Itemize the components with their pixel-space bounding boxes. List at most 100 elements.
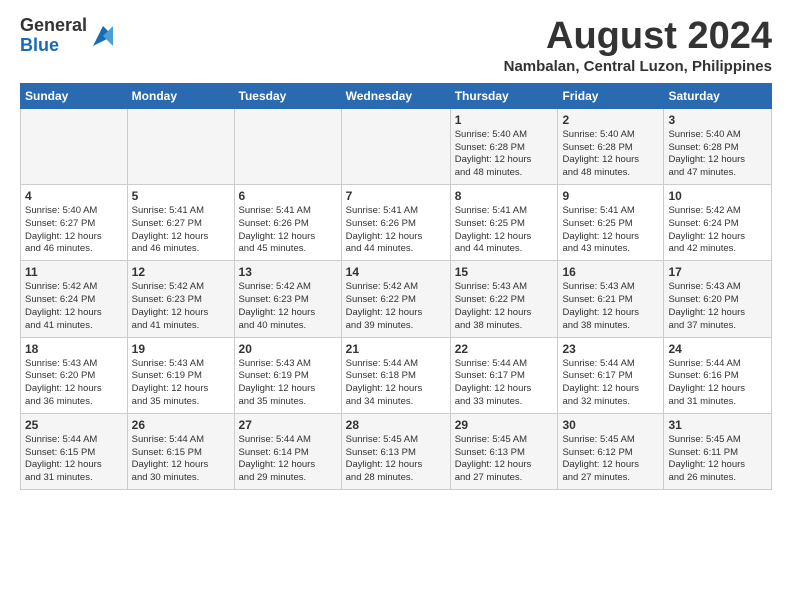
calendar-cell: [341, 108, 450, 184]
day-info: Sunrise: 5:44 AM Sunset: 6:17 PM Dayligh…: [562, 358, 659, 409]
day-number: 30: [562, 418, 659, 432]
col-header-wednesday: Wednesday: [341, 83, 450, 108]
calendar-cell: 31 Sunrise: 5:45 AM Sunset: 6:11 PM Dayli…: [664, 413, 772, 489]
day-number: 19: [132, 342, 230, 356]
day-info: Sunrise: 5:44 AM Sunset: 6:18 PM Dayligh…: [346, 358, 446, 409]
calendar-cell: 9 Sunrise: 5:41 AM Sunset: 6:25 PM Daylig…: [558, 185, 664, 261]
calendar-cell: 23 Sunrise: 5:44 AM Sunset: 6:17 PM Dayli…: [558, 337, 664, 413]
day-number: 6: [239, 189, 337, 203]
calendar-cell: 12 Sunrise: 5:42 AM Sunset: 6:23 PM Dayli…: [127, 261, 234, 337]
day-info: Sunrise: 5:41 AM Sunset: 6:27 PM Dayligh…: [132, 205, 230, 256]
calendar-cell: 22Sunrise: 5:44 AM Sunset: 6:17 PM Dayli…: [450, 337, 558, 413]
calendar-cell: [127, 108, 234, 184]
day-info: Sunrise: 5:40 AM Sunset: 6:28 PM Dayligh…: [668, 129, 767, 180]
week-row-3: 11 Sunrise: 5:42 AM Sunset: 6:24 PM Dayli…: [21, 261, 772, 337]
col-header-saturday: Saturday: [664, 83, 772, 108]
day-number: 29: [455, 418, 554, 432]
day-info: Sunrise: 5:43 AM Sunset: 6:21 PM Dayligh…: [562, 281, 659, 332]
day-info: Sunrise: 5:42 AM Sunset: 6:23 PM Dayligh…: [132, 281, 230, 332]
day-number: 23: [562, 342, 659, 356]
calendar-cell: 4 Sunrise: 5:40 AM Sunset: 6:27 PM Daylig…: [21, 185, 128, 261]
day-info: Sunrise: 5:45 AM Sunset: 6:11 PM Dayligh…: [668, 434, 767, 485]
day-info: Sunrise: 5:43 AM Sunset: 6:22 PM Dayligh…: [455, 281, 554, 332]
day-number: 21: [346, 342, 446, 356]
day-info: Sunrise: 5:41 AM Sunset: 6:25 PM Dayligh…: [455, 205, 554, 256]
calendar-cell: 21 Sunrise: 5:44 AM Sunset: 6:18 PM Dayli…: [341, 337, 450, 413]
day-info: Sunrise: 5:45 AM Sunset: 6:13 PM Dayligh…: [346, 434, 446, 485]
calendar-cell: 25Sunrise: 5:44 AM Sunset: 6:15 PM Dayli…: [21, 413, 128, 489]
week-row-5: 25Sunrise: 5:44 AM Sunset: 6:15 PM Dayli…: [21, 413, 772, 489]
calendar-cell: 11 Sunrise: 5:42 AM Sunset: 6:24 PM Dayli…: [21, 261, 128, 337]
calendar-cell: 27 Sunrise: 5:44 AM Sunset: 6:14 PM Dayli…: [234, 413, 341, 489]
calendar-cell: 15Sunrise: 5:43 AM Sunset: 6:22 PM Dayli…: [450, 261, 558, 337]
day-number: 18: [25, 342, 123, 356]
calendar-cell: 13Sunrise: 5:42 AM Sunset: 6:23 PM Dayli…: [234, 261, 341, 337]
day-info: Sunrise: 5:42 AM Sunset: 6:24 PM Dayligh…: [25, 281, 123, 332]
day-number: 9: [562, 189, 659, 203]
day-info: Sunrise: 5:44 AM Sunset: 6:15 PM Dayligh…: [132, 434, 230, 485]
day-number: 2: [562, 113, 659, 127]
logo-general-text: General: [20, 15, 87, 35]
day-info: Sunrise: 5:45 AM Sunset: 6:13 PM Dayligh…: [455, 434, 554, 485]
day-number: 27: [239, 418, 337, 432]
day-number: 7: [346, 189, 446, 203]
day-number: 10: [668, 189, 767, 203]
calendar-cell: 8 Sunrise: 5:41 AM Sunset: 6:25 PM Daylig…: [450, 185, 558, 261]
col-header-thursday: Thursday: [450, 83, 558, 108]
day-number: 5: [132, 189, 230, 203]
day-info: Sunrise: 5:43 AM Sunset: 6:20 PM Dayligh…: [25, 358, 123, 409]
col-header-tuesday: Tuesday: [234, 83, 341, 108]
day-info: Sunrise: 5:41 AM Sunset: 6:25 PM Dayligh…: [562, 205, 659, 256]
week-row-4: 18 Sunrise: 5:43 AM Sunset: 6:20 PM Dayli…: [21, 337, 772, 413]
day-number: 11: [25, 265, 123, 279]
day-info: Sunrise: 5:41 AM Sunset: 6:26 PM Dayligh…: [346, 205, 446, 256]
day-info: Sunrise: 5:45 AM Sunset: 6:12 PM Dayligh…: [562, 434, 659, 485]
day-number: 14: [346, 265, 446, 279]
day-number: 1: [455, 113, 554, 127]
day-info: Sunrise: 5:42 AM Sunset: 6:24 PM Dayligh…: [668, 205, 767, 256]
calendar-table: SundayMondayTuesdayWednesdayThursdayFrid…: [20, 83, 772, 490]
day-info: Sunrise: 5:40 AM Sunset: 6:27 PM Dayligh…: [25, 205, 123, 256]
day-info: Sunrise: 5:44 AM Sunset: 6:16 PM Dayligh…: [668, 358, 767, 409]
day-info: Sunrise: 5:40 AM Sunset: 6:28 PM Dayligh…: [562, 129, 659, 180]
day-info: Sunrise: 5:43 AM Sunset: 6:19 PM Dayligh…: [132, 358, 230, 409]
week-row-1: 1 Sunrise: 5:40 AM Sunset: 6:28 PM Daylig…: [21, 108, 772, 184]
calendar-cell: [21, 108, 128, 184]
day-number: 20: [239, 342, 337, 356]
day-info: Sunrise: 5:44 AM Sunset: 6:14 PM Dayligh…: [239, 434, 337, 485]
calendar-cell: 1Sunrise: 5:40 AM Sunset: 6:28 PM Daylig…: [450, 108, 558, 184]
day-number: 12: [132, 265, 230, 279]
calendar-cell: 5 Sunrise: 5:41 AM Sunset: 6:27 PM Daylig…: [127, 185, 234, 261]
day-info: Sunrise: 5:42 AM Sunset: 6:23 PM Dayligh…: [239, 281, 337, 332]
day-info: Sunrise: 5:41 AM Sunset: 6:26 PM Dayligh…: [239, 205, 337, 256]
month-title: August 2024: [504, 16, 772, 58]
day-number: 8: [455, 189, 554, 203]
day-info: Sunrise: 5:44 AM Sunset: 6:17 PM Dayligh…: [455, 358, 554, 409]
calendar-cell: 2 Sunrise: 5:40 AM Sunset: 6:28 PM Daylig…: [558, 108, 664, 184]
calendar-cell: 30 Sunrise: 5:45 AM Sunset: 6:12 PM Dayli…: [558, 413, 664, 489]
day-number: 24: [668, 342, 767, 356]
calendar-cell: 17Sunrise: 5:43 AM Sunset: 6:20 PM Dayli…: [664, 261, 772, 337]
day-number: 4: [25, 189, 123, 203]
day-info: Sunrise: 5:43 AM Sunset: 6:19 PM Dayligh…: [239, 358, 337, 409]
calendar-cell: 26Sunrise: 5:44 AM Sunset: 6:15 PM Dayli…: [127, 413, 234, 489]
day-info: Sunrise: 5:44 AM Sunset: 6:15 PM Dayligh…: [25, 434, 123, 485]
calendar-cell: 14Sunrise: 5:42 AM Sunset: 6:22 PM Dayli…: [341, 261, 450, 337]
location: Nambalan, Central Luzon, Philippines: [504, 58, 772, 75]
day-info: Sunrise: 5:43 AM Sunset: 6:20 PM Dayligh…: [668, 281, 767, 332]
logo-icon: [89, 22, 117, 50]
logo-blue-text: Blue: [20, 35, 59, 55]
calendar-cell: 28 Sunrise: 5:45 AM Sunset: 6:13 PM Dayli…: [341, 413, 450, 489]
calendar-cell: 24 Sunrise: 5:44 AM Sunset: 6:16 PM Dayli…: [664, 337, 772, 413]
header-row: SundayMondayTuesdayWednesdayThursdayFrid…: [21, 83, 772, 108]
calendar-cell: 29 Sunrise: 5:45 AM Sunset: 6:13 PM Dayli…: [450, 413, 558, 489]
logo: General Blue: [20, 16, 117, 56]
calendar-cell: 3Sunrise: 5:40 AM Sunset: 6:28 PM Daylig…: [664, 108, 772, 184]
title-section: August 2024 Nambalan, Central Luzon, Phi…: [504, 16, 772, 75]
calendar-cell: 16 Sunrise: 5:43 AM Sunset: 6:21 PM Dayli…: [558, 261, 664, 337]
col-header-sunday: Sunday: [21, 83, 128, 108]
day-number: 28: [346, 418, 446, 432]
calendar-cell: 7 Sunrise: 5:41 AM Sunset: 6:26 PM Daylig…: [341, 185, 450, 261]
day-number: 16: [562, 265, 659, 279]
day-number: 31: [668, 418, 767, 432]
